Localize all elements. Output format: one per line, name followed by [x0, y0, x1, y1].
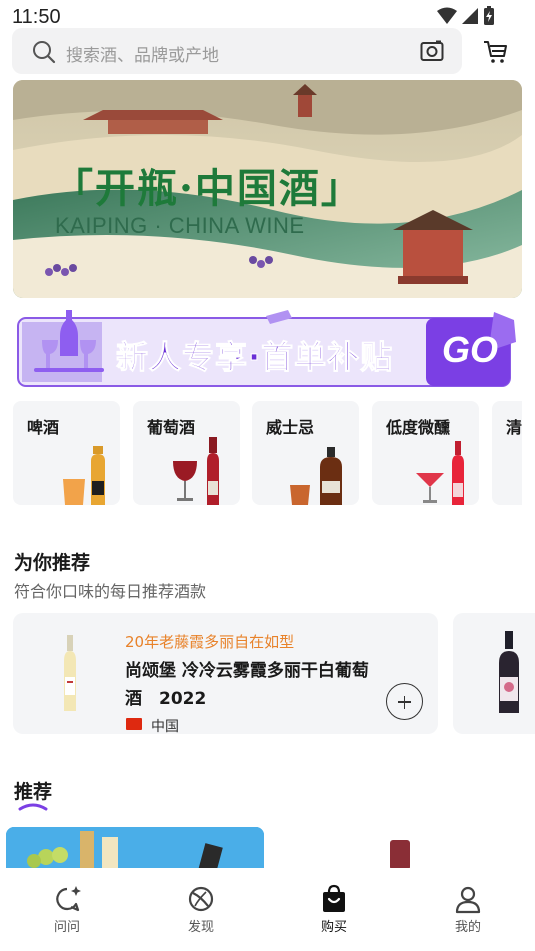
category-label: 威士忌 [266, 418, 315, 437]
wine-bottle-image [499, 631, 519, 713]
recommend-card-next[interactable] [453, 613, 535, 734]
search-icon [33, 41, 56, 64]
nav-discover[interactable]: 发现 [166, 884, 236, 935]
category-label: 清 [506, 418, 522, 437]
promo-go-button[interactable]: GO [442, 329, 498, 371]
discover-icon [188, 886, 214, 912]
camera-scan-icon[interactable] [420, 40, 444, 62]
feed-title: 推荐 [14, 781, 53, 803]
section-subtitle: 符合你口味的每日推荐酒款 [14, 582, 207, 601]
banner-title: 「开瓶·中国酒」 [53, 165, 363, 212]
category-label: 低度微醺 [386, 418, 451, 437]
category-row: 啤酒 葡萄酒 威士忌 低度微醺 清 [13, 401, 522, 505]
banner-subtitle: KAIPING · CHINA WINE [55, 213, 305, 238]
nav-buy[interactable]: 购买 [299, 884, 369, 935]
status-bar: 11:50 [0, 0, 535, 28]
nav-label: 问问 [53, 920, 80, 935]
status-time: 11:50 [12, 6, 61, 28]
category-clear[interactable]: 清 [492, 401, 522, 505]
china-flag-icon [126, 718, 142, 730]
title-underline [18, 803, 48, 811]
section-title: 为你推荐 [14, 552, 91, 574]
recommend-product-name: 尚颂堡 冷冷云雾霞多丽干白葡萄酒 2022 [125, 661, 369, 709]
profile-icon [455, 886, 481, 914]
feed-item-image[interactable] [6, 827, 264, 872]
promo-label: 新人专享·首单补贴 [115, 338, 394, 377]
category-wine[interactable]: 葡萄酒 [133, 401, 240, 505]
search-input[interactable]: 搜索酒、品牌或产地 [12, 28, 462, 74]
feed-image-artwork [6, 827, 264, 872]
category-label: 葡萄酒 [147, 418, 196, 437]
new-user-promo-banner[interactable]: 新人专享·首单补贴 GO [16, 310, 523, 392]
status-icons [437, 6, 495, 26]
nav-ask[interactable]: 问问 [32, 884, 102, 935]
hero-banner[interactable]: 「开瓶·中国酒」 KAIPING · CHINA WINE [13, 80, 522, 298]
recommend-origin: 中国 [151, 719, 179, 735]
nav-label: 我的 [454, 920, 481, 935]
feed-item-bottle [390, 840, 410, 870]
category-low-alcohol[interactable]: 低度微醺 [372, 401, 479, 505]
signal-icon [462, 8, 478, 24]
nav-label: 发现 [187, 920, 214, 935]
search-placeholder: 搜索酒、品牌或产地 [66, 46, 219, 66]
add-to-cart-button[interactable] [386, 683, 423, 720]
shopping-bag-icon [323, 884, 345, 912]
category-beer[interactable]: 啤酒 [13, 401, 120, 505]
battery-icon [484, 6, 494, 25]
recommend-card[interactable]: 20年老藤霞多丽自在如型 尚颂堡 冷冷云雾霞多丽干白葡萄酒 2022 中国 [13, 613, 438, 735]
category-label: 啤酒 [27, 418, 60, 437]
bottom-navigation: 问问 发现 购买 我的 [0, 868, 535, 951]
chat-sparkle-icon [56, 886, 81, 912]
wifi-icon [437, 7, 457, 24]
recommend-tag: 20年老藤霞多丽自在如型 [125, 633, 295, 651]
nav-label: 购买 [320, 920, 347, 935]
category-whisky[interactable]: 威士忌 [252, 401, 359, 505]
wine-bottle-image [64, 635, 76, 711]
cart-icon[interactable] [483, 40, 509, 64]
nav-profile[interactable]: 我的 [433, 884, 503, 935]
